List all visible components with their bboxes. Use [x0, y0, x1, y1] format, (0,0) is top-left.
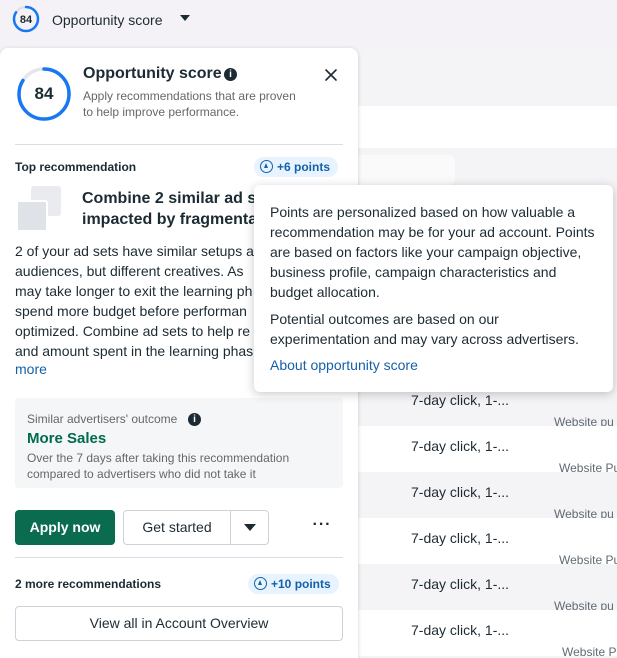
attribution-cell: 7-day click, 1-...: [411, 484, 510, 500]
top-recommendation-label: Top recommendation: [15, 160, 137, 174]
opportunity-score-chip[interactable]: 84: [12, 5, 40, 33]
recommendation-title: Combine 2 similar ad se impacted by frag…: [82, 188, 282, 230]
about-opportunity-score-link[interactable]: About opportunity score: [270, 357, 418, 373]
panel-subtitle: Apply recommendations that are proven to…: [83, 89, 296, 119]
tooltip-text: Points are personalized based on how val…: [270, 204, 595, 300]
panel-title: Opportunity score: [83, 65, 222, 82]
score-value: 84: [34, 84, 54, 103]
get-started-button[interactable]: Get started: [124, 511, 230, 544]
more-recommendations-label: 2 more recommendations: [15, 577, 162, 591]
table-row[interactable]: 7-day click, 1-... Website P: [358, 610, 617, 658]
points-tooltip: Points are personalized based on how val…: [254, 185, 613, 392]
outcome-label: Similar advertisers' outcome: [27, 412, 178, 426]
outcome-title: More Sales: [27, 430, 107, 447]
ad-thumbnail: [16, 200, 48, 232]
table-row[interactable]: 7-day click, 1-... Website Pu: [358, 518, 617, 567]
info-icon[interactable]: i: [224, 68, 237, 81]
score-ring-icon: 84: [12, 5, 40, 33]
attribution-cell: 7-day click, 1-...: [411, 530, 510, 546]
recommendation-title-line: impacted by fragmenta: [82, 211, 258, 228]
get-started-split-button: Get started: [123, 510, 269, 545]
outcome-description: Over the 7 days after taking this recomm…: [27, 451, 290, 481]
info-icon[interactable]: i: [188, 413, 201, 426]
points-badge[interactable]: +10 points: [248, 574, 339, 594]
top-bar: 84 Opportunity score: [0, 0, 617, 44]
points-value: +6 points: [277, 160, 331, 174]
tooltip-text: Potential outcomes are based on our expe…: [270, 311, 579, 347]
attribution-cell: 7-day click, 1-...: [411, 438, 510, 454]
more-options-button[interactable]: ···: [308, 514, 336, 540]
attribution-cell: 7-day click, 1-...: [411, 392, 510, 408]
arrow-up-circle-icon: [254, 577, 267, 590]
outcome-box: Similar advertisers' outcome i More Sale…: [15, 398, 343, 488]
points-badge[interactable]: +6 points: [254, 157, 339, 177]
arrow-up-circle-icon: [260, 160, 273, 173]
view-all-button[interactable]: View all in Account Overview: [15, 606, 343, 641]
attribution-cell: 7-day click, 1-...: [411, 622, 510, 638]
chevron-down-icon[interactable]: [180, 15, 190, 21]
close-icon[interactable]: [322, 66, 340, 84]
attribution-cell: 7-day click, 1-...: [411, 576, 510, 592]
divider: [15, 557, 343, 558]
recommendation-title-line: Combine 2 similar ad se: [82, 190, 266, 207]
table-header-strip: [358, 106, 617, 148]
apply-now-button[interactable]: Apply now: [15, 510, 115, 545]
topbar-score-value: 84: [20, 14, 33, 26]
table-row[interactable]: 7-day click, 1-... Website pu: [358, 472, 617, 521]
table-row[interactable]: 7-day click, 1-... Website pu: [358, 564, 617, 613]
divider: [15, 144, 343, 145]
chevron-down-icon[interactable]: [230, 511, 269, 544]
opportunity-score-label[interactable]: Opportunity score: [52, 12, 163, 28]
table-row[interactable]: 7-day click, 1-... Website Pu: [358, 426, 617, 475]
see-more-link[interactable]: more: [15, 361, 47, 377]
conversion-cell: Website P: [562, 645, 617, 658]
points-value: +10 points: [271, 577, 331, 591]
